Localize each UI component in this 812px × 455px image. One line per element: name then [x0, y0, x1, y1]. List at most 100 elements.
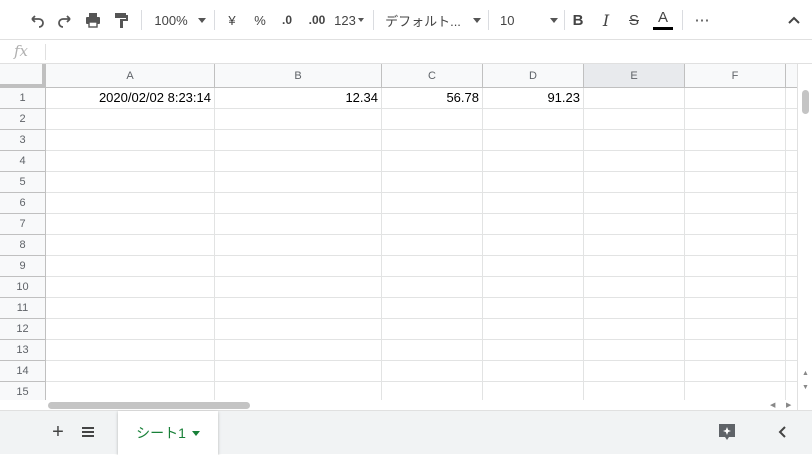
scroll-left-icon[interactable]: ◀	[770, 401, 775, 409]
cell-d5[interactable]	[483, 172, 584, 193]
decrease-decimal-button[interactable]: .0	[276, 8, 298, 32]
paint-format-icon[interactable]	[110, 8, 132, 32]
cell-a1[interactable]: 2020/02/02 8:23:14	[46, 88, 215, 109]
row-header-5[interactable]: 5	[0, 172, 46, 193]
italic-button[interactable]: I	[596, 8, 616, 32]
text-color-button[interactable]: A	[652, 8, 674, 32]
explore-icon[interactable]	[716, 421, 738, 443]
sheet-tab[interactable]: シート1	[118, 411, 218, 455]
cell-x9[interactable]	[786, 256, 797, 277]
cell-f14[interactable]	[685, 361, 786, 382]
font-family-select[interactable]: デフォルト...	[385, 8, 481, 32]
cell-c15[interactable]	[382, 382, 483, 400]
cell-b6[interactable]	[215, 193, 382, 214]
cell-e8[interactable]	[584, 235, 685, 256]
cell-a2[interactable]	[46, 109, 215, 130]
cell-c5[interactable]	[382, 172, 483, 193]
cell-d1[interactable]: 91.23	[483, 88, 584, 109]
cell-d6[interactable]	[483, 193, 584, 214]
cell-b12[interactable]	[215, 319, 382, 340]
cell-b14[interactable]	[215, 361, 382, 382]
add-sheet-icon[interactable]: +	[48, 421, 68, 443]
horizontal-scrollbar[interactable]: ◀ ▶	[0, 400, 797, 410]
column-header-next[interactable]	[786, 64, 797, 88]
percent-format-button[interactable]: %	[250, 8, 270, 32]
scroll-up-icon[interactable]: ▲	[802, 370, 809, 377]
cell-c11[interactable]	[382, 298, 483, 319]
cell-f10[interactable]	[685, 277, 786, 298]
cell-b5[interactable]	[215, 172, 382, 193]
select-all-corner[interactable]	[0, 64, 46, 88]
column-header-e[interactable]: E	[584, 64, 685, 88]
scroll-right-icon[interactable]: ▶	[786, 401, 791, 409]
cell-c6[interactable]	[382, 193, 483, 214]
vertical-scrollbar[interactable]: ▲ ▼	[797, 64, 812, 410]
row-header-8[interactable]: 8	[0, 235, 46, 256]
redo-icon[interactable]	[54, 8, 76, 32]
row-header-12[interactable]: 12	[0, 319, 46, 340]
row-header-3[interactable]: 3	[0, 130, 46, 151]
cell-e7[interactable]	[584, 214, 685, 235]
column-header-c[interactable]: C	[382, 64, 483, 88]
row-header-7[interactable]: 7	[0, 214, 46, 235]
row-header-15[interactable]: 15	[0, 382, 46, 400]
cell-x10[interactable]	[786, 277, 797, 298]
cell-f6[interactable]	[685, 193, 786, 214]
font-size-select[interactable]: 10	[500, 8, 558, 32]
cell-a11[interactable]	[46, 298, 215, 319]
cell-c12[interactable]	[382, 319, 483, 340]
cell-f3[interactable]	[685, 130, 786, 151]
cell-a7[interactable]	[46, 214, 215, 235]
cell-a13[interactable]	[46, 340, 215, 361]
cell-f9[interactable]	[685, 256, 786, 277]
undo-icon[interactable]	[26, 8, 48, 32]
cell-e5[interactable]	[584, 172, 685, 193]
row-header-1[interactable]: 1	[0, 88, 46, 109]
cell-a10[interactable]	[46, 277, 215, 298]
row-header-11[interactable]: 11	[0, 298, 46, 319]
all-sheets-icon[interactable]	[79, 423, 97, 441]
cell-f7[interactable]	[685, 214, 786, 235]
bold-button[interactable]: B	[568, 8, 588, 32]
collapse-toolbar-icon[interactable]	[784, 8, 804, 32]
cell-d14[interactable]	[483, 361, 584, 382]
cell-d11[interactable]	[483, 298, 584, 319]
cell-f4[interactable]	[685, 151, 786, 172]
cell-c9[interactable]	[382, 256, 483, 277]
cell-x14[interactable]	[786, 361, 797, 382]
cell-d12[interactable]	[483, 319, 584, 340]
cell-x15[interactable]	[786, 382, 797, 400]
cell-a5[interactable]	[46, 172, 215, 193]
cell-f8[interactable]	[685, 235, 786, 256]
cell-b9[interactable]	[215, 256, 382, 277]
row-header-10[interactable]: 10	[0, 277, 46, 298]
cell-d10[interactable]	[483, 277, 584, 298]
cell-a14[interactable]	[46, 361, 215, 382]
cell-c2[interactable]	[382, 109, 483, 130]
cell-b15[interactable]	[215, 382, 382, 400]
cell-x2[interactable]	[786, 109, 797, 130]
cell-c10[interactable]	[382, 277, 483, 298]
cell-b8[interactable]	[215, 235, 382, 256]
cell-x4[interactable]	[786, 151, 797, 172]
cell-e1[interactable]	[584, 88, 685, 109]
cell-x7[interactable]	[786, 214, 797, 235]
cell-c1[interactable]: 56.78	[382, 88, 483, 109]
cell-a6[interactable]	[46, 193, 215, 214]
cell-f12[interactable]	[685, 319, 786, 340]
row-header-6[interactable]: 6	[0, 193, 46, 214]
print-icon[interactable]	[82, 8, 104, 32]
column-header-b[interactable]: B	[215, 64, 382, 88]
cell-e6[interactable]	[584, 193, 685, 214]
more-options-button[interactable]: ⋯	[692, 8, 712, 32]
cell-x1[interactable]	[786, 88, 797, 109]
number-format-select[interactable]: 123	[333, 8, 365, 32]
row-header-9[interactable]: 9	[0, 256, 46, 277]
scroll-down-icon[interactable]: ▼	[802, 384, 809, 391]
cell-x5[interactable]	[786, 172, 797, 193]
formula-input[interactable]	[52, 43, 802, 61]
cell-f1[interactable]	[685, 88, 786, 109]
vertical-scroll-thumb[interactable]	[802, 90, 809, 114]
cell-a12[interactable]	[46, 319, 215, 340]
cell-c14[interactable]	[382, 361, 483, 382]
